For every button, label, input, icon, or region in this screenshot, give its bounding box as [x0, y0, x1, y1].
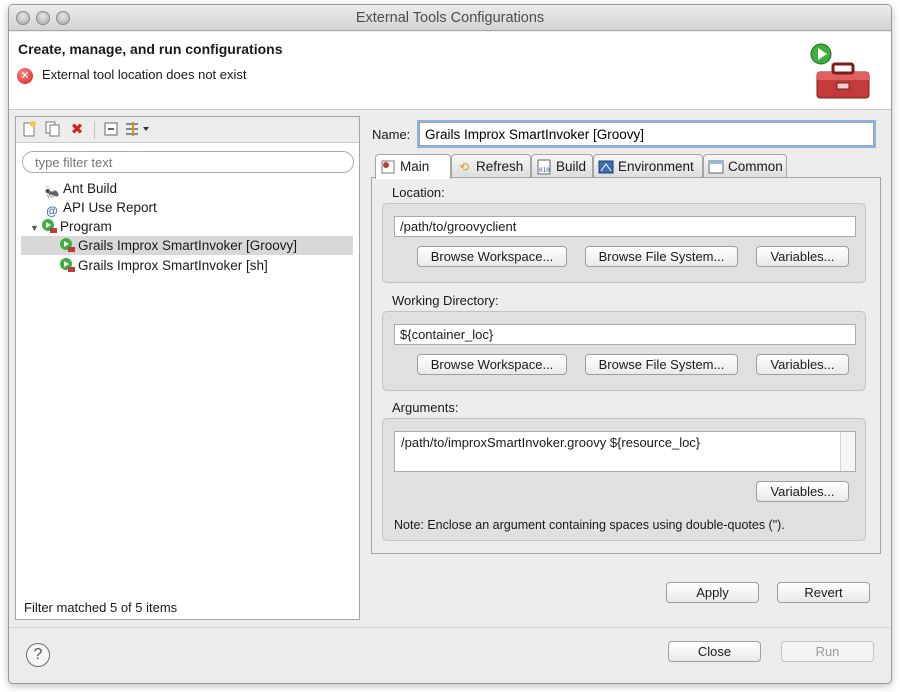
tree-item-grails-sh[interactable]: Grails Improx SmartInvoker [sh]: [59, 256, 268, 275]
location-variables-button[interactable]: Variables...: [756, 246, 849, 267]
dialog-window: External Tools Configurations Create, ma…: [8, 4, 892, 684]
arguments-scrollbar[interactable]: [840, 432, 855, 471]
main-tab-panel: Location: Browse Workspace... Browse Fil…: [371, 177, 881, 554]
working-directory-group: Browse Workspace... Browse File System..…: [382, 311, 866, 391]
tab-common[interactable]: Common: [703, 154, 787, 178]
tab-refresh[interactable]: ⟲ Refresh: [451, 154, 531, 178]
dialog-header: Create, manage, and run configurations ✕…: [9, 32, 891, 110]
program-config-icon: [59, 257, 75, 273]
arguments-note: Note: Enclose an argument containing spa…: [394, 518, 785, 532]
help-icon[interactable]: ?: [26, 643, 50, 667]
toolbar-divider: [94, 121, 95, 139]
name-label: Name:: [372, 127, 411, 142]
configuration-editor-pane: Name: Main ⟲ Refresh 010 Build Environme…: [365, 116, 887, 620]
delete-icon[interactable]: ✖: [68, 121, 86, 139]
workdir-browse-filesystem-button[interactable]: Browse File System...: [585, 354, 738, 375]
working-directory-label: Working Directory:: [392, 293, 499, 308]
tab-environment[interactable]: Environment: [593, 154, 703, 178]
arguments-variables-button[interactable]: Variables...: [756, 481, 849, 502]
new-config-icon[interactable]: [20, 121, 38, 139]
title-bar: External Tools Configurations: [9, 5, 891, 31]
footer-separator: [9, 627, 891, 628]
tree-item-ant-build[interactable]: 🐜 Ant Build: [44, 179, 118, 199]
svg-text:010: 010: [539, 167, 550, 174]
workdir-variables-button[interactable]: Variables...: [756, 354, 849, 375]
location-browse-filesystem-button[interactable]: Browse File System...: [585, 246, 738, 267]
program-icon: [41, 218, 57, 234]
error-icon: ✕: [17, 68, 33, 84]
program-config-icon: [59, 237, 75, 253]
close-window-button[interactable]: [16, 11, 30, 25]
location-group: Browse Workspace... Browse File System..…: [382, 203, 866, 283]
run-button[interactable]: Run: [781, 641, 874, 662]
window-title: External Tools Configurations: [355, 10, 545, 26]
working-directory-input[interactable]: [394, 324, 856, 345]
configurations-list-pane: ✖ 🐜Ant Build @API Use Report ▼ Program G…: [15, 116, 360, 620]
environment-icon: [598, 159, 614, 175]
revert-button[interactable]: Revert: [777, 582, 870, 603]
arguments-label: Arguments:: [392, 400, 459, 415]
tab-build[interactable]: 010 Build: [531, 154, 593, 178]
apply-button[interactable]: Apply: [666, 582, 759, 603]
common-icon: [708, 159, 724, 175]
workdir-browse-workspace-button[interactable]: Browse Workspace...: [417, 354, 567, 375]
filter-status: Filter matched 5 of 5 items: [24, 600, 178, 615]
build-icon: 010: [536, 159, 552, 175]
close-button[interactable]: Close: [668, 641, 761, 662]
location-browse-workspace-button[interactable]: Browse Workspace...: [417, 246, 567, 267]
location-input[interactable]: [394, 216, 856, 237]
toolbox-run-icon: [810, 43, 870, 99]
filter-icon[interactable]: [124, 121, 150, 139]
duplicate-icon[interactable]: [43, 121, 61, 139]
error-message: External tool location does not exist: [42, 67, 247, 82]
name-input[interactable]: [419, 122, 874, 146]
tab-main[interactable]: Main: [375, 154, 451, 179]
zoom-window-button[interactable]: [56, 11, 70, 25]
filter-input[interactable]: [22, 151, 354, 173]
minimize-window-button[interactable]: [36, 11, 50, 25]
tree-item-grails-groovy[interactable]: Grails Improx SmartInvoker [Groovy]: [21, 236, 353, 255]
header-title: Create, manage, and run configurations: [18, 41, 283, 57]
location-label: Location:: [392, 185, 445, 200]
tree-item-api-use-report[interactable]: @ API Use Report: [44, 198, 157, 218]
arguments-group: /path/to/improxSmartInvoker.groovy ${res…: [382, 418, 866, 541]
tree-item-program[interactable]: ▼ Program: [30, 217, 112, 236]
configurations-toolbar: ✖: [16, 117, 359, 143]
main-tab-icon: [380, 159, 396, 175]
refresh-icon: ⟲: [458, 160, 470, 174]
collapse-all-icon[interactable]: [102, 121, 120, 139]
arguments-textarea[interactable]: /path/to/improxSmartInvoker.groovy ${res…: [394, 431, 856, 472]
